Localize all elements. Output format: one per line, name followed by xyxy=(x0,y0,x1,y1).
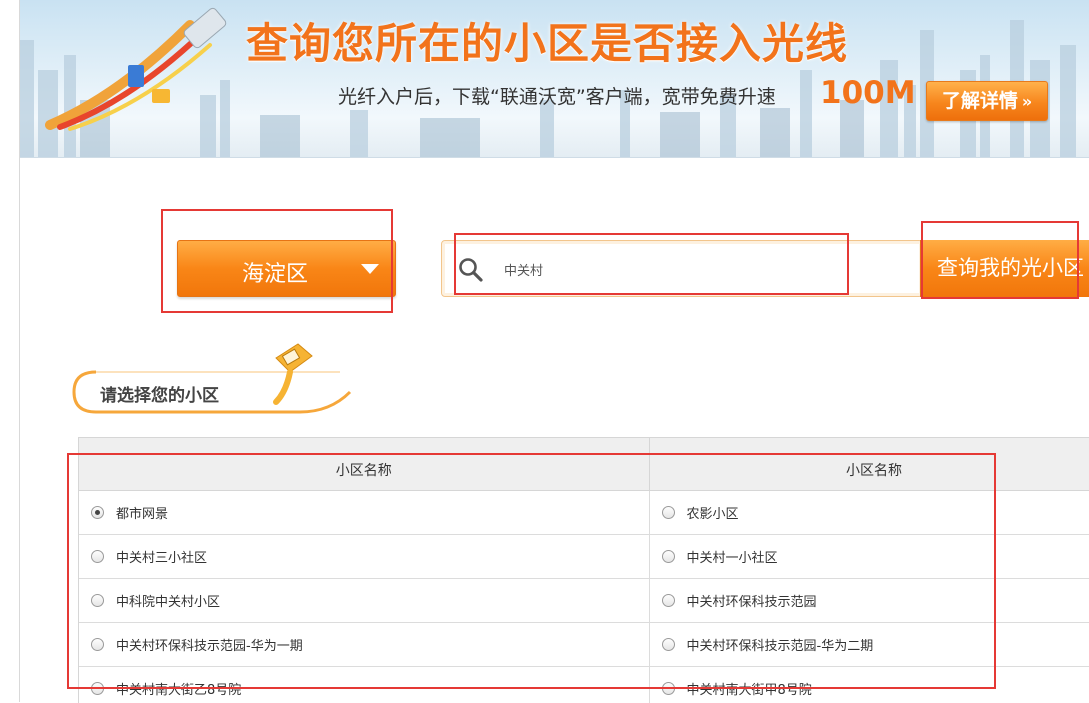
query-fiber-community-button[interactable]: 查询我的光小区 xyxy=(920,240,1089,297)
community-option[interactable]: 中科院中关村小区 xyxy=(79,579,649,623)
column-header: 小区名称 xyxy=(649,438,1089,491)
table-row: 中关村南大街乙8号院 中关村南大街甲8号院 xyxy=(79,667,1089,703)
community-name: 都市网景 xyxy=(116,507,168,522)
community-name: 中关村一小社区 xyxy=(687,551,778,566)
table-row: 中关村环保科技示范园-华为一期 中关村环保科技示范园-华为二期 xyxy=(79,623,1089,667)
community-search-input[interactable] xyxy=(502,255,906,283)
radio-unchecked-icon[interactable] xyxy=(91,550,104,563)
section-title: 请选择您的小区 xyxy=(100,381,219,406)
radio-unchecked-icon[interactable] xyxy=(91,594,104,607)
table-row: 中关村三小社区 中关村一小社区 xyxy=(79,535,1089,579)
community-name: 中科院中关村小区 xyxy=(116,595,220,610)
radio-unchecked-icon[interactable] xyxy=(91,682,104,695)
community-name: 中关村三小社区 xyxy=(116,551,207,566)
community-option[interactable]: 中关村南大街乙8号院 xyxy=(79,667,649,703)
table-header-row: 小区名称 小区名称 xyxy=(79,438,1089,491)
district-dropdown-value: 海淀区 xyxy=(242,256,308,288)
section-header-decoration xyxy=(70,338,1089,420)
community-name: 农影小区 xyxy=(687,507,739,522)
learn-more-label: 了解详情 xyxy=(942,90,1018,112)
radio-unchecked-icon[interactable] xyxy=(662,682,675,695)
fiber-cable-illustration xyxy=(40,5,240,135)
banner-speed: 100M xyxy=(820,75,916,111)
community-option[interactable]: 中关村南大街甲8号院 xyxy=(649,667,1089,703)
community-search-box[interactable] xyxy=(441,240,923,297)
community-option[interactable]: 中关村三小社区 xyxy=(79,535,649,579)
community-name: 中关村环保科技示范园-华为一期 xyxy=(116,639,303,654)
radio-unchecked-icon[interactable] xyxy=(662,638,675,651)
double-chevron-right-icon: » xyxy=(1022,92,1032,111)
table-row: 中科院中关村小区 中关村环保科技示范园 xyxy=(79,579,1089,623)
radio-unchecked-icon[interactable] xyxy=(662,550,675,563)
community-name: 中关村南大街甲8号院 xyxy=(687,683,812,698)
promo-banner: 查询您所在的小区是否接入光线 光纤入户后，下载“联通沃宽”客户端，宽带免费升速 … xyxy=(20,0,1089,158)
banner-title: 查询您所在的小区是否接入光线 xyxy=(246,10,848,71)
community-option[interactable]: 农影小区 xyxy=(649,491,1089,535)
radio-checked-icon[interactable] xyxy=(91,506,104,519)
community-table: 小区名称 小区名称 都市网景 农影小区中关村三小社区 中关村一小社区中科院中关村小区… xyxy=(78,437,1089,703)
radio-unchecked-icon[interactable] xyxy=(662,506,675,519)
caret-down-icon xyxy=(360,263,380,275)
radio-unchecked-icon[interactable] xyxy=(662,594,675,607)
community-name: 中关村环保科技示范园-华为二期 xyxy=(687,639,874,654)
community-option[interactable]: 都市网景 xyxy=(79,491,649,535)
learn-more-button[interactable]: 了解详情» xyxy=(926,81,1048,121)
table-row: 都市网景 农影小区 xyxy=(79,491,1089,535)
search-icon xyxy=(458,257,484,283)
community-name: 中关村南大街乙8号院 xyxy=(116,683,241,698)
community-option[interactable]: 中关村环保科技示范园-华为二期 xyxy=(649,623,1089,667)
community-option[interactable]: 中关村环保科技示范园 xyxy=(649,579,1089,623)
community-option[interactable]: 中关村环保科技示范园-华为一期 xyxy=(79,623,649,667)
community-option[interactable]: 中关村一小社区 xyxy=(649,535,1089,579)
banner-subtitle: 光纤入户后，下载“联通沃宽”客户端，宽带免费升速 xyxy=(338,82,776,109)
district-dropdown[interactable]: 海淀区 xyxy=(177,240,396,297)
column-header: 小区名称 xyxy=(79,438,649,491)
community-name: 中关村环保科技示范园 xyxy=(687,595,817,610)
radio-unchecked-icon[interactable] xyxy=(91,638,104,651)
